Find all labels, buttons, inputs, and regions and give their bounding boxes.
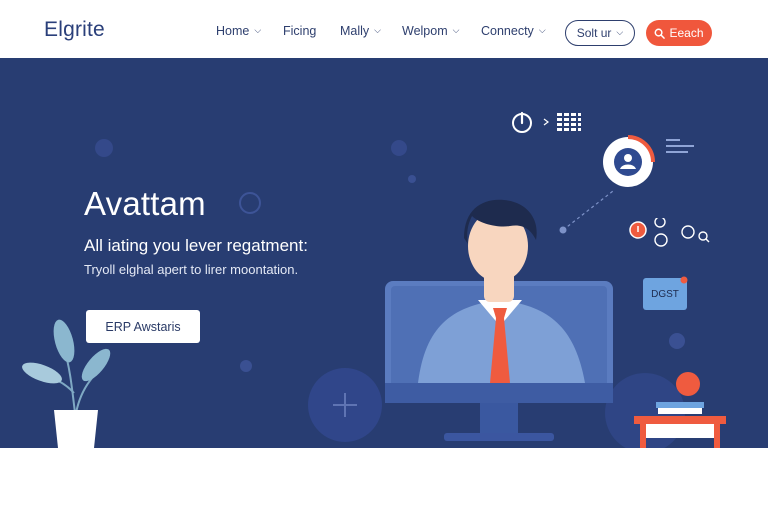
search-icon xyxy=(655,28,666,39)
top-header: Elgrite Home ⌵ Ficing Mally ⌵ Welpom ⌵ C… xyxy=(0,0,768,58)
grid-icon xyxy=(557,113,581,131)
nav-item-home[interactable]: Home ⌵ xyxy=(216,24,261,38)
chevron-down-icon: ⌵ xyxy=(452,24,460,35)
signup-label: Solt ur xyxy=(576,26,612,40)
floating-icons xyxy=(629,218,710,247)
chevron-down-icon: ⌵ xyxy=(616,26,624,37)
nav-item-mally[interactable]: Mally ⌵ xyxy=(340,24,381,38)
desk-illustration xyxy=(634,372,726,448)
plus-icon xyxy=(333,393,357,417)
signup-button[interactable]: Solt ur ⌵ xyxy=(565,20,635,46)
nav-item-label: Ficing xyxy=(283,24,317,38)
nav-item-ficing[interactable]: Ficing xyxy=(283,24,316,38)
nav-item-label: Home xyxy=(216,24,250,38)
chevron-down-icon: ⌵ xyxy=(374,24,381,35)
user-icon xyxy=(603,135,694,187)
footer-band xyxy=(0,448,768,512)
plant-icon xyxy=(22,319,111,448)
search-icon xyxy=(698,231,710,243)
hero-section: Avattam All iating you lever regatment: … xyxy=(0,58,768,448)
nav-item-label: Connecty xyxy=(481,24,534,38)
nav-item-label: Mally xyxy=(340,24,370,38)
badge-dot xyxy=(680,276,688,284)
arrow-icon xyxy=(543,118,549,126)
hero-description: Tryoll elghal apert to lirer moontation. xyxy=(84,262,299,277)
search-button[interactable]: Eeach xyxy=(646,20,712,46)
search-label: Eeach xyxy=(669,26,704,40)
nav-item-connecty[interactable]: Connecty ⌵ xyxy=(481,24,546,38)
nav-item-label: Welpom xyxy=(402,24,448,38)
power-icon xyxy=(512,111,532,133)
hero-title: Avattam xyxy=(84,185,206,222)
chevron-down-icon: ⌵ xyxy=(538,24,546,35)
hero-subtitle: All iating you lever regatment: xyxy=(84,236,308,255)
chevron-down-icon: ⌵ xyxy=(254,24,262,35)
nav-item-welpom[interactable]: Welpom ⌵ xyxy=(402,24,459,38)
